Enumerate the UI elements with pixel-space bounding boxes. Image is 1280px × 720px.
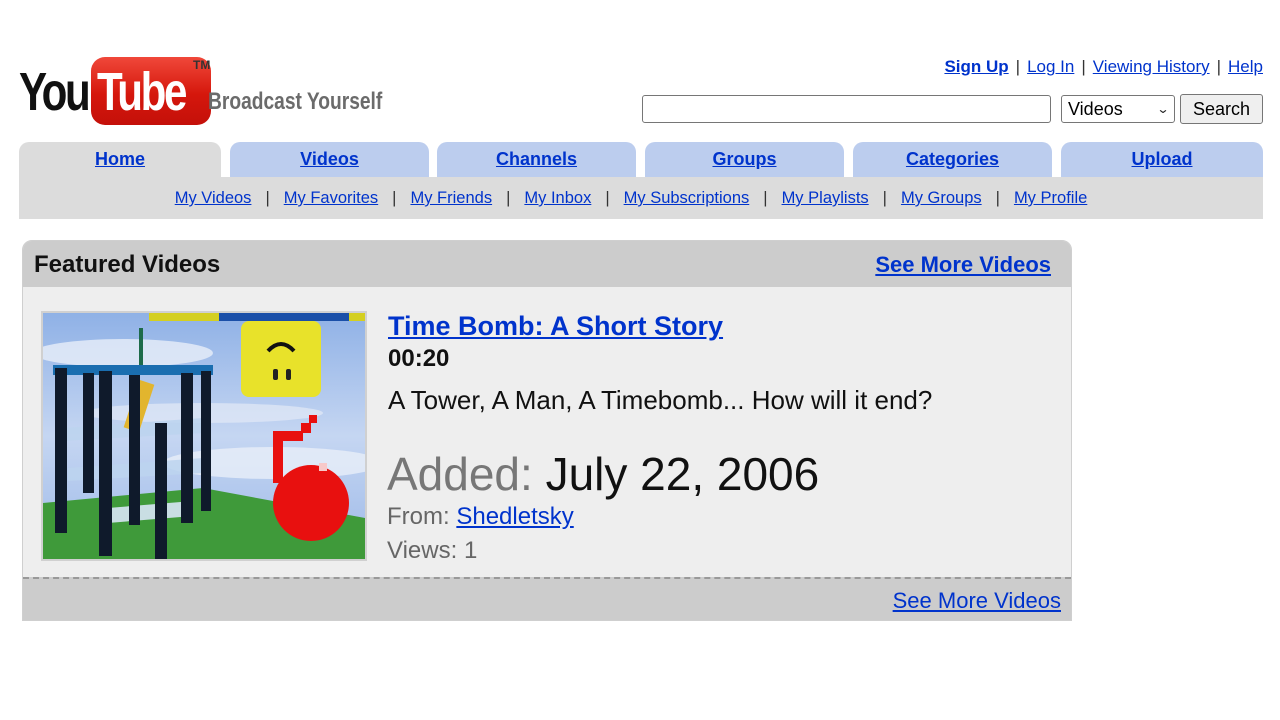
panel-title: Featured Videos: [34, 251, 221, 278]
logo-trademark: TM: [193, 58, 211, 72]
search-input[interactable]: [642, 95, 1051, 123]
tab-categories[interactable]: Categories: [853, 142, 1052, 177]
tab-upload[interactable]: Upload: [1061, 142, 1263, 177]
subnav-my-videos[interactable]: My Videos: [175, 189, 252, 207]
separator: |: [995, 189, 1000, 207]
tab-groups[interactable]: Groups: [645, 142, 844, 177]
separator: |: [763, 189, 768, 207]
added-value: July 22, 2006: [545, 448, 820, 500]
viewing-history-link[interactable]: Viewing History: [1093, 57, 1210, 76]
search-button[interactable]: Search: [1180, 94, 1263, 124]
see-more-videos-link-bottom[interactable]: See More Videos: [893, 588, 1061, 614]
separator: |: [392, 189, 397, 207]
subnav-my-friends[interactable]: My Friends: [410, 189, 492, 207]
logo-text-tube: Tube: [97, 62, 187, 122]
video-uploader: From: Shedletsky: [387, 503, 574, 531]
tab-groups-label[interactable]: Groups: [712, 149, 776, 169]
video-title-link[interactable]: Time Bomb: A Short Story: [388, 311, 723, 342]
thumbnail-image: [43, 313, 365, 559]
panel-footer: See More Videos: [23, 577, 1071, 620]
logo-text-you: You: [19, 62, 91, 122]
tab-videos-label[interactable]: Videos: [300, 149, 359, 169]
separator: |: [1015, 57, 1021, 76]
subnav-my-subscriptions[interactable]: My Subscriptions: [624, 189, 750, 207]
tab-channels-label[interactable]: Channels: [496, 149, 577, 169]
logo-tagline: Broadcast Yourself: [208, 88, 383, 115]
tab-channels[interactable]: Channels: [437, 142, 636, 177]
separator: |: [506, 189, 511, 207]
video-thumbnail[interactable]: [41, 311, 367, 561]
separator: |: [605, 189, 610, 207]
video-duration: 00:20: [388, 345, 450, 372]
views-value: 1: [463, 537, 478, 564]
utility-links: Sign Up | Log In | Viewing History | Help: [944, 57, 1263, 77]
tab-categories-label[interactable]: Categories: [906, 149, 999, 169]
subnav-my-favorites[interactable]: My Favorites: [284, 189, 378, 207]
main-tabs: Home Videos Channels Groups Categories U…: [19, 142, 1263, 178]
subnav-my-playlists[interactable]: My Playlists: [782, 189, 869, 207]
chevron-down-icon: ⌄: [1156, 102, 1170, 116]
added-label: Added:: [387, 448, 533, 500]
separator: |: [265, 189, 270, 207]
video-added-date: Added: July 22, 2006: [387, 447, 819, 501]
sub-navigation: My Videos | My Favorites | My Friends | My Inb…: [19, 177, 1263, 219]
sign-up-link[interactable]: Sign Up: [944, 57, 1008, 76]
youtube-logo[interactable]: You Tube TM Broadcast Yourself: [19, 56, 383, 126]
log-in-link[interactable]: Log In: [1027, 57, 1074, 76]
tab-home-label[interactable]: Home: [95, 149, 145, 169]
search-scope-select[interactable]: Videos ⌄: [1061, 95, 1175, 123]
search-scope-value: Videos: [1068, 98, 1123, 119]
video-description: A Tower, A Man, A Timebomb... How will i…: [388, 385, 933, 415]
subnav-my-inbox[interactable]: My Inbox: [524, 189, 591, 207]
help-link[interactable]: Help: [1228, 57, 1263, 76]
separator: |: [1081, 57, 1086, 76]
tab-videos[interactable]: Videos: [230, 142, 429, 177]
see-more-videos-link-top[interactable]: See More Videos: [875, 252, 1051, 278]
tab-home[interactable]: Home: [19, 142, 221, 178]
video-views: Views: 1: [387, 537, 477, 565]
tab-upload-label[interactable]: Upload: [1132, 149, 1193, 169]
subnav-my-profile[interactable]: My Profile: [1014, 189, 1087, 207]
smiley-head: [241, 321, 321, 397]
subnav-my-groups[interactable]: My Groups: [901, 189, 982, 207]
separator: |: [882, 189, 887, 207]
featured-videos-panel: Featured Videos See More Videos Time Bom…: [22, 240, 1072, 621]
separator: |: [1216, 57, 1222, 76]
uploader-link[interactable]: Shedletsky: [456, 503, 573, 530]
panel-header: Featured Videos See More Videos: [23, 241, 1071, 287]
from-label: From:: [387, 503, 450, 530]
views-label: Views:: [387, 537, 458, 564]
